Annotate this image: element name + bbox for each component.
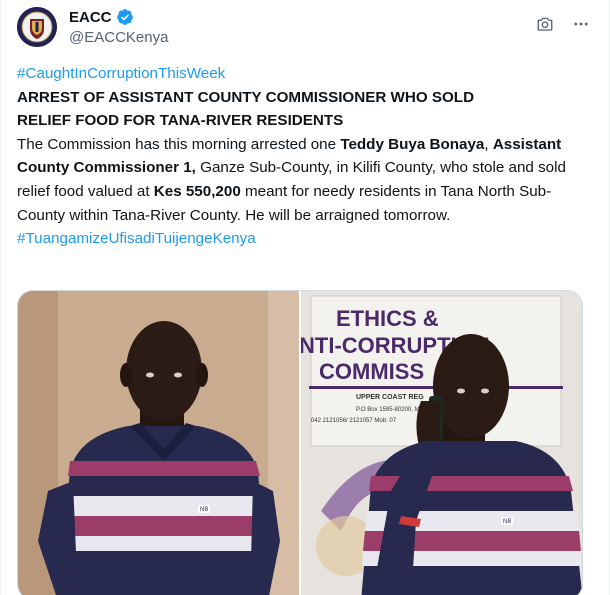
sign-text-line6: 042 2121056/ 2121057 Mob: 07	[311, 418, 397, 424]
tweet-paragraph: The Commission has this morning arrested…	[17, 133, 597, 227]
photo-1-image: NB	[18, 291, 299, 595]
hashtag-link[interactable]: #CaughtInCorruptionThisWeek	[17, 65, 225, 82]
shirt-label: NB	[200, 507, 208, 513]
tweet-headline: ARREST OF ASSISTANT COUNTY COMMISSIONER …	[17, 86, 597, 133]
sign-text-line4: UPPER COAST REG	[356, 394, 424, 401]
tweet-text: #CaughtInCorruptionThisWeek ARREST OF AS…	[17, 62, 597, 251]
sign-text-line5: P.O Box 1595-80200, M	[356, 407, 420, 413]
camera-icon[interactable]	[535, 14, 555, 34]
tweet-top-actions	[535, 14, 591, 34]
account-handle[interactable]: @EACCKenya	[69, 29, 168, 46]
sign-text-line3: COMMISS	[319, 359, 424, 384]
display-name[interactable]: EACC	[69, 9, 112, 26]
more-options-icon[interactable]	[571, 14, 591, 34]
hashtag-link[interactable]: #TuangamizeUfisadiTuijengeKenya	[17, 230, 256, 247]
verified-badge-icon	[116, 9, 133, 25]
arrested-person-name: Teddy Buya Bonaya	[340, 135, 485, 153]
text-span: The Commission has this morning arrested…	[17, 135, 341, 153]
headline-line: ARREST OF ASSISTANT COUNTY COMMISSIONER …	[17, 88, 475, 106]
text-span: ,	[484, 135, 493, 153]
photo-2[interactable]: ETHICS & NTI-CORRUPTION COMMISS UPPER CO…	[301, 291, 582, 595]
tweet-card: EACC @EACCKenya #CaughtInCorruptionThisW…	[0, 0, 610, 595]
avatar[interactable]	[17, 7, 57, 47]
media-grid: NB ETHICS & NTI-CORRUPTION COMMISS UPPER…	[17, 290, 583, 595]
sign-text-line1: ETHICS &	[336, 306, 439, 331]
account-name-row: EACC	[69, 8, 134, 26]
photo-1[interactable]: NB	[18, 291, 299, 595]
headline-line: RELIEF FOOD FOR TANA-RIVER RESIDENTS	[17, 112, 344, 130]
eacc-logo-icon	[17, 7, 57, 47]
amount-value: Kes 550,200	[153, 182, 241, 200]
shirt-label: NB	[503, 519, 511, 525]
photo-2-image: ETHICS & NTI-CORRUPTION COMMISS UPPER CO…	[301, 291, 582, 595]
